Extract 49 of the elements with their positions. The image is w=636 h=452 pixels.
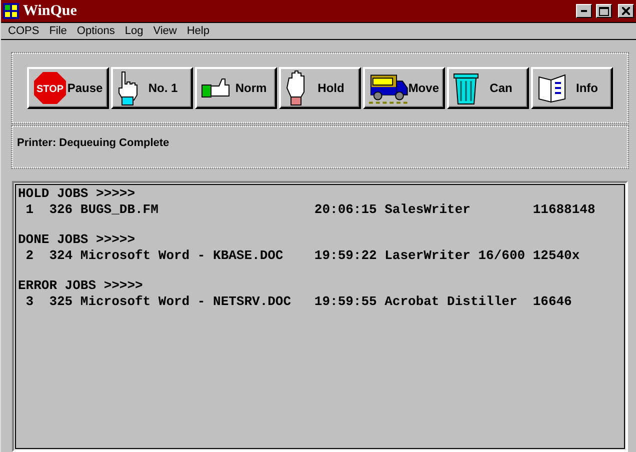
job-time: 19:59:22 [314,248,378,263]
menu-item[interactable]: Help [182,25,214,37]
maximize-icon [599,6,609,16]
minimize-icon [581,10,587,12]
menu-item[interactable]: Log [120,25,148,37]
thumbs-up-hand-icon [201,77,231,99]
job-id: 325 [48,294,74,309]
minimize-button[interactable] [576,4,592,18]
menu-item[interactable]: File [44,25,72,37]
toolbar-button[interactable]: Hold [279,67,361,109]
raised-hand-icon [285,70,307,106]
close-icon [622,7,630,15]
job-size: 12540x [532,248,581,263]
open-book-icon [537,73,567,103]
job-name: BUGS_DB.FM [80,202,160,217]
job-index: 3 [24,294,34,309]
status-text: Printer: Dequeuing Complete [17,137,170,149]
maximize-button[interactable] [596,4,612,18]
job-name: Microsoft Word - KBASE.DOC [80,248,284,263]
toolbar-button[interactable]: STOP Pause [27,67,109,109]
menu-item[interactable]: COPS [3,25,44,37]
job-time: 19:59:55 [314,294,378,309]
queue-heading: HOLD JOBS >>>>> [18,186,136,202]
job-index: 2 [24,248,34,263]
toolbar-button[interactable]: Info [531,67,613,109]
toolbar-button[interactable]: No. 1 [111,67,193,109]
job-name: Microsoft Word - NETSRV.DOC [80,294,292,309]
job-id: 324 [48,248,74,263]
window-title: WinQue [23,2,78,20]
toolbar-button[interactable]: Norm [195,67,277,109]
job-size: 11688148 [532,202,596,217]
pointing-hand-icon [117,70,139,106]
queue-heading: DONE JOBS >>>>> [18,232,136,248]
app-icon [3,3,19,19]
trash-can-icon [453,71,479,105]
job-printer: LaserWriter 16/600 [384,248,526,263]
menu-item[interactable]: View [148,25,182,37]
job-size: 16646 [532,294,573,309]
job-time: 20:06:15 [314,202,378,217]
job-printer: SalesWriter [384,202,472,217]
toolbar-button[interactable]: Move [363,67,445,109]
job-index: 1 [24,202,34,217]
toolbar-button[interactable]: Can [447,67,529,109]
job-printer: Acrobat Distiller [384,294,518,309]
close-button[interactable] [618,4,634,18]
job-id: 326 [48,202,74,217]
stop-sign-icon: STOP [33,71,67,105]
queue-heading: ERROR JOBS >>>>> [18,278,143,294]
menu-item[interactable]: Options [72,25,120,37]
